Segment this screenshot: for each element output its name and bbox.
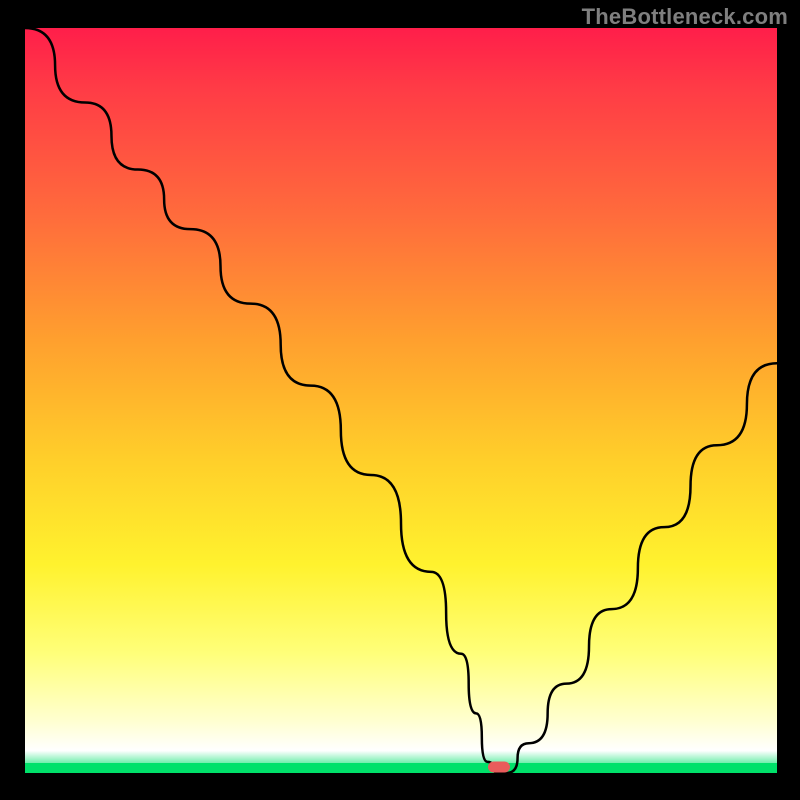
plot-area [25,28,777,773]
optimum-marker [488,762,510,773]
bottleneck-curve [25,28,777,773]
watermark-text: TheBottleneck.com [582,4,788,30]
curve-path [25,28,777,773]
chart-frame: TheBottleneck.com [0,0,800,800]
